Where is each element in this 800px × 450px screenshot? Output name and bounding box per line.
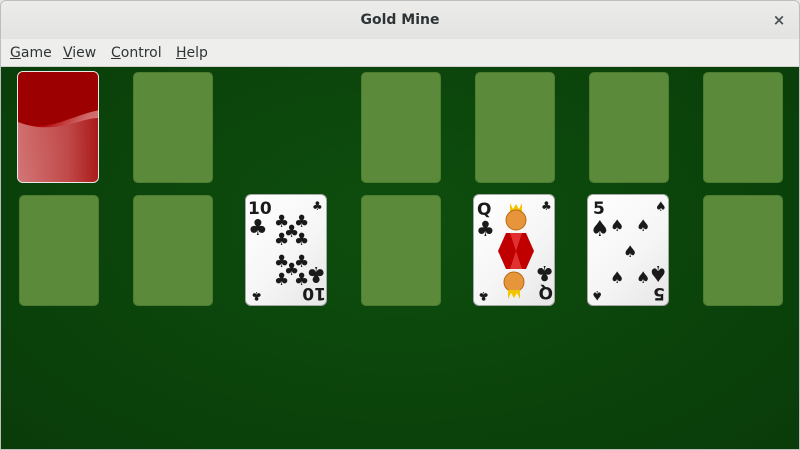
menu-control-mnemonic: C xyxy=(111,45,121,61)
pip: ♠ xyxy=(610,216,624,235)
game-board: 10 ♣ ♣ ♣ ♣ ♣ ♣ ♣ ♣ ♣ ♣ ♣ ♣ 10 ♣ ♣ Q ♣ ♣ … xyxy=(1,67,799,449)
foundation-slot-4[interactable] xyxy=(589,72,669,183)
menu-game-mnemonic: G xyxy=(10,45,21,61)
pip: ♣ xyxy=(274,230,289,250)
queen-figure xyxy=(498,203,534,299)
menu-view[interactable]: View xyxy=(63,39,96,67)
rank-top: 5 xyxy=(593,199,605,219)
menu-view-mnemonic: V xyxy=(63,45,73,61)
pip: ♣ xyxy=(294,230,309,250)
foundation-slot-5[interactable] xyxy=(703,72,783,183)
close-button[interactable]: × xyxy=(769,10,789,30)
window-title: Gold Mine xyxy=(360,12,440,28)
suit-corner-small: ♣ xyxy=(251,289,262,303)
foundation-slot-3[interactable] xyxy=(475,72,555,183)
pip: ♠ xyxy=(636,268,650,287)
rank-bottom: 5 xyxy=(653,283,665,303)
tableau-slot-4[interactable] xyxy=(361,195,441,306)
menu-control[interactable]: Control xyxy=(111,39,162,67)
title-bar[interactable]: Gold Mine × xyxy=(1,1,799,39)
suit-corner-small: ♣ xyxy=(478,289,489,303)
pip: ♣ xyxy=(274,270,289,290)
menu-help-mnemonic: H xyxy=(176,45,187,61)
suit-top: ♣ xyxy=(248,216,268,241)
suit-top: ♣ xyxy=(476,217,495,241)
game-window: Gold Mine × Game View Control Help 10 ♣ … xyxy=(0,0,800,450)
card-5-spades[interactable]: 5 ♠ ♠ ♠ ♠ ♠ ♠ ♠ 5 ♠ ♠ xyxy=(587,194,669,306)
pip: ♠ xyxy=(610,268,624,287)
pip: ♠ xyxy=(623,242,637,261)
tableau-slot-2[interactable] xyxy=(133,195,213,306)
tableau-slot-1[interactable] xyxy=(19,195,99,306)
pip-group: ♣ ♣ ♣ ♣ ♣ ♣ ♣ ♣ ♣ ♣ xyxy=(274,212,309,290)
card-q-clubs[interactable]: Q ♣ ♣ Q ♣ ♣ xyxy=(473,194,555,306)
card-10-clubs[interactable]: 10 ♣ ♣ ♣ ♣ ♣ ♣ ♣ ♣ ♣ ♣ ♣ ♣ 10 ♣ ♣ xyxy=(245,194,327,306)
menu-game-label: ame xyxy=(20,45,52,61)
suit-corner-small: ♠ xyxy=(591,287,603,302)
menu-bar: Game View Control Help xyxy=(1,39,799,67)
tableau-slot-7[interactable] xyxy=(703,195,783,306)
menu-help-label: elp xyxy=(186,45,208,61)
pip-group: ♠ ♠ ♠ ♠ ♠ xyxy=(610,216,650,287)
menu-view-label: iew xyxy=(72,45,97,61)
menu-game[interactable]: Game xyxy=(10,39,52,67)
pip: ♠ xyxy=(636,216,650,235)
card-back-pattern xyxy=(18,72,98,182)
suit-bottom: ♠ xyxy=(648,260,668,285)
suit-corner-small: ♣ xyxy=(312,199,323,213)
suit-bottom: ♣ xyxy=(306,261,326,286)
foundation-slot-1[interactable] xyxy=(133,72,213,183)
stock-pile[interactable] xyxy=(17,71,99,183)
foundation-slot-2[interactable] xyxy=(361,72,441,183)
suit-corner-small: ♠ xyxy=(655,200,667,215)
suit-top: ♠ xyxy=(590,217,610,242)
menu-control-label: ontrol xyxy=(120,45,162,61)
suit-bottom: ♣ xyxy=(535,261,554,285)
menu-help[interactable]: Help xyxy=(176,39,208,67)
suit-corner-small: ♣ xyxy=(541,199,552,213)
